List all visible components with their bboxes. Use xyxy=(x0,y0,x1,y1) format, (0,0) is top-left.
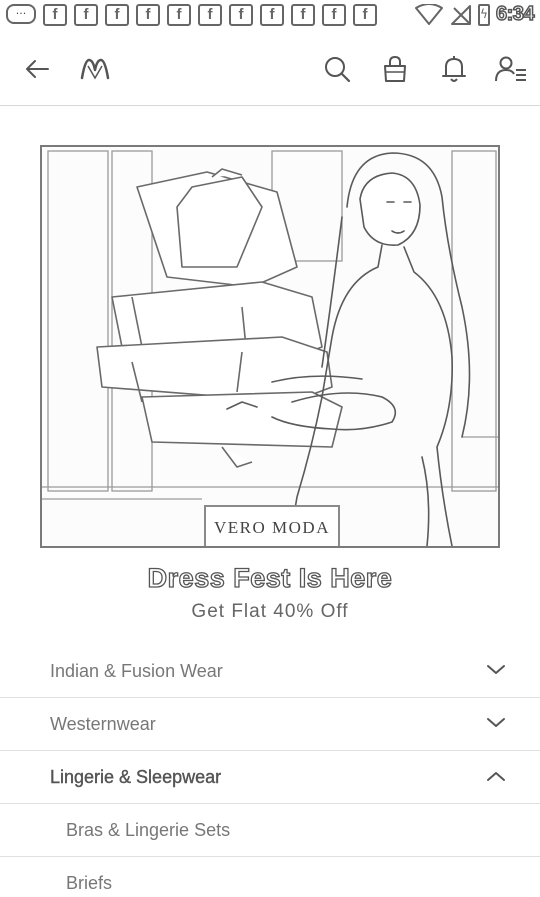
facebook-icon: f xyxy=(291,4,315,26)
chevron-down-icon xyxy=(487,718,505,727)
chevron-up-icon xyxy=(487,772,505,781)
facebook-icon: f xyxy=(353,4,377,26)
app-bar xyxy=(0,32,540,106)
myntra-logo[interactable] xyxy=(78,52,112,86)
facebook-icon: f xyxy=(229,4,253,26)
clock: 6:34 xyxy=(495,2,535,26)
facebook-icon: f xyxy=(74,4,98,26)
subcategory-bras-lingerie-sets[interactable]: Bras & Lingerie Sets xyxy=(0,804,540,857)
status-bar: ··· f f f f f f f f f f f 6:34 xyxy=(0,0,540,32)
subcategory-label: Bras & Lingerie Sets xyxy=(66,820,231,840)
no-signal-icon xyxy=(450,4,471,25)
promo-title[interactable]: Dress Fest Is Here xyxy=(0,562,540,594)
back-arrow-icon[interactable] xyxy=(20,52,54,86)
chat-icon: ··· xyxy=(6,4,36,24)
category-label: Westernwear xyxy=(50,714,156,734)
bell-icon[interactable] xyxy=(437,52,471,86)
brand-logo: VERO MODA xyxy=(204,505,340,546)
wifi-icon xyxy=(414,3,443,25)
category-indian-fusion-wear[interactable]: Indian & Fusion Wear xyxy=(0,645,540,698)
facebook-icon: f xyxy=(105,4,129,26)
promo-banner[interactable]: VERO MODA xyxy=(40,145,500,548)
search-icon[interactable] xyxy=(320,52,354,86)
facebook-icon: f xyxy=(322,4,346,26)
promo-subtitle: Get Flat 40% Off xyxy=(191,601,349,622)
chevron-down-icon xyxy=(487,665,505,674)
category-label: Lingerie & Sleepwear xyxy=(50,767,222,787)
notification-icons: ··· f f f f f f f f f f f xyxy=(6,4,377,26)
battery-icon xyxy=(477,3,490,26)
facebook-icon: f xyxy=(136,4,160,26)
banner-image xyxy=(42,150,498,546)
subcategory-label: Briefs xyxy=(66,873,113,893)
facebook-icon: f xyxy=(198,4,222,26)
bag-icon[interactable] xyxy=(378,52,412,86)
category-label: Indian & Fusion Wear xyxy=(50,661,223,681)
category-lingerie-sleepwear[interactable]: Lingerie & Sleepwear xyxy=(0,751,540,804)
facebook-icon: f xyxy=(260,4,284,26)
profile-icon[interactable] xyxy=(494,52,528,86)
system-icons: 6:34 xyxy=(414,2,535,26)
category-westernwear[interactable]: Westernwear xyxy=(0,698,540,751)
facebook-icon: f xyxy=(167,4,191,26)
subcategory-briefs[interactable]: Briefs xyxy=(0,857,540,897)
facebook-icon: f xyxy=(43,4,67,26)
